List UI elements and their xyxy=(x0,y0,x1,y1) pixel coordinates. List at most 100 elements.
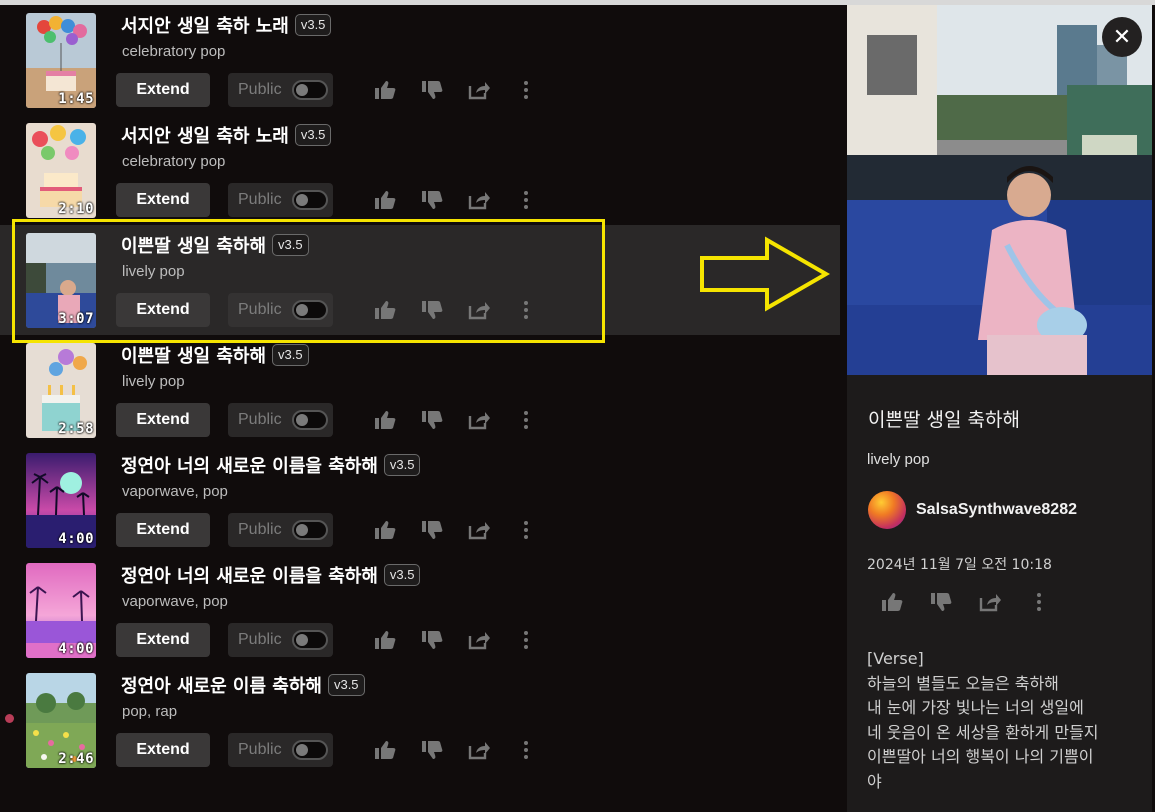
song-thumbnail[interactable]: 3:07 xyxy=(26,233,96,328)
song-title[interactable]: 이쁜딸 생일 축하해 xyxy=(121,342,266,368)
song-genre[interactable]: vaporwave, pop xyxy=(122,593,228,610)
lyric-line: 이쁜딸아 너의 행복이 나의 기쁨이 xyxy=(867,747,1094,767)
thumbs-up-icon[interactable] xyxy=(374,79,396,101)
song-genre[interactable]: vaporwave, pop xyxy=(122,483,228,500)
song-row[interactable]: 1:45 서지안 생일 축하 노래 v3.5 celebratory pop E… xyxy=(0,5,840,115)
public-toggle[interactable]: Public xyxy=(228,183,333,217)
song-duration: 4:00 xyxy=(58,531,94,547)
extend-button[interactable]: Extend xyxy=(116,403,210,437)
public-toggle[interactable]: Public xyxy=(228,733,333,767)
thumbs-down-icon[interactable] xyxy=(421,739,443,761)
song-title[interactable]: 서지안 생일 축하 노래 xyxy=(121,12,289,38)
more-vertical-icon[interactable] xyxy=(515,519,537,541)
extend-button[interactable]: Extend xyxy=(116,513,210,547)
thumbs-down-icon[interactable] xyxy=(421,299,443,321)
cover-image[interactable]: ✕ xyxy=(847,5,1152,375)
toggle-switch[interactable] xyxy=(291,300,328,320)
share-icon[interactable] xyxy=(468,299,490,321)
thumbs-up-icon[interactable] xyxy=(374,409,396,431)
lyrics: [Verse] 하늘의 별들도 오늘은 축하해 내 눈에 가장 빛나는 너의 생… xyxy=(867,647,1142,795)
share-icon[interactable] xyxy=(468,79,490,101)
song-row[interactable]: 2:58 이쁜딸 생일 축하해 v3.5 lively pop Extend P… xyxy=(0,335,840,445)
thumbs-up-icon[interactable] xyxy=(881,591,903,613)
share-icon[interactable] xyxy=(979,591,1001,613)
song-genre[interactable]: celebratory pop xyxy=(122,153,225,170)
extend-button[interactable]: Extend xyxy=(116,293,210,327)
share-icon[interactable] xyxy=(468,739,490,761)
thumbs-up-icon[interactable] xyxy=(374,299,396,321)
toggle-switch[interactable] xyxy=(291,520,328,540)
more-vertical-icon[interactable] xyxy=(515,739,537,761)
extend-button[interactable]: Extend xyxy=(116,183,210,217)
thumbs-down-icon[interactable] xyxy=(421,409,443,431)
song-thumbnail[interactable]: 2:58 xyxy=(26,343,96,438)
thumbs-up-icon[interactable] xyxy=(374,629,396,651)
share-icon[interactable] xyxy=(468,519,490,541)
thumbs-down-icon[interactable] xyxy=(421,519,443,541)
song-thumbnail[interactable]: 4:00 xyxy=(26,453,96,548)
song-title[interactable]: 서지안 생일 축하 노래 xyxy=(121,122,289,148)
song-title[interactable]: 정연아 너의 새로운 이름을 축하해 xyxy=(121,452,378,478)
song-duration: 4:00 xyxy=(58,641,94,657)
song-duration: 3:07 xyxy=(58,311,94,327)
song-genre[interactable]: celebratory pop xyxy=(122,43,225,60)
song-genre[interactable]: lively pop xyxy=(122,373,185,390)
thumbs-up-icon[interactable] xyxy=(374,189,396,211)
extend-button[interactable]: Extend xyxy=(116,733,210,767)
song-row[interactable]: 4:00 정연아 너의 새로운 이름을 축하해 v3.5 vaporwave, … xyxy=(0,555,840,665)
lyric-line: 내 눈에 가장 빛나는 너의 생일에 xyxy=(867,698,1084,718)
song-thumbnail[interactable]: 2:46 xyxy=(26,673,96,768)
song-detail-panel: ✕ 이쁜딸 생일 축하해 lively pop SalsaSynthwave82… xyxy=(847,5,1152,812)
toggle-switch[interactable] xyxy=(291,190,328,210)
public-toggle[interactable]: Public xyxy=(228,513,333,547)
extend-button[interactable]: Extend xyxy=(116,623,210,657)
toggle-switch[interactable] xyxy=(291,80,328,100)
song-row[interactable]: 2:10 서지안 생일 축하 노래 v3.5 celebratory pop E… xyxy=(0,115,840,225)
song-title[interactable]: 정연아 너의 새로운 이름을 축하해 xyxy=(121,562,378,588)
song-row[interactable]: 4:00 정연아 너의 새로운 이름을 축하해 v3.5 vaporwave, … xyxy=(0,445,840,555)
public-toggle[interactable]: Public xyxy=(228,73,333,107)
toggle-switch[interactable] xyxy=(291,410,328,430)
thumbs-up-icon[interactable] xyxy=(374,519,396,541)
public-toggle[interactable]: Public xyxy=(228,293,333,327)
thumbs-down-icon[interactable] xyxy=(930,591,952,613)
thumbs-down-icon[interactable] xyxy=(421,629,443,651)
more-vertical-icon[interactable] xyxy=(515,629,537,651)
song-thumbnail[interactable]: 1:45 xyxy=(26,13,96,108)
song-title[interactable]: 이쁜딸 생일 축하해 xyxy=(121,232,266,258)
song-thumbnail[interactable]: 2:10 xyxy=(26,123,96,218)
detail-genre[interactable]: lively pop xyxy=(867,451,930,468)
song-title[interactable]: 정연아 새로운 이름 축하해 xyxy=(121,672,322,698)
public-toggle[interactable]: Public xyxy=(228,403,333,437)
arrow-right-icon xyxy=(700,236,831,312)
thumbs-down-icon[interactable] xyxy=(421,189,443,211)
song-row[interactable]: 2:46 정연아 새로운 이름 축하해 v3.5 pop, rap Extend… xyxy=(0,665,840,775)
extend-button[interactable]: Extend xyxy=(116,73,210,107)
more-vertical-icon[interactable] xyxy=(515,189,537,211)
public-label: Public xyxy=(238,301,282,318)
lyric-line: 야 xyxy=(867,771,882,791)
lyric-line: 하늘의 별들도 오늘은 축하해 xyxy=(867,673,1059,693)
more-vertical-icon[interactable] xyxy=(515,299,537,321)
more-vertical-icon[interactable] xyxy=(515,409,537,431)
song-genre[interactable]: pop, rap xyxy=(122,703,177,720)
thumbs-down-icon[interactable] xyxy=(421,79,443,101)
public-label: Public xyxy=(238,81,282,98)
share-icon[interactable] xyxy=(468,189,490,211)
more-vertical-icon[interactable] xyxy=(1028,591,1050,613)
username-link[interactable]: SalsaSynthwave8282 xyxy=(916,501,1077,519)
song-thumbnail[interactable]: 4:00 xyxy=(26,563,96,658)
share-icon[interactable] xyxy=(468,409,490,431)
song-genre[interactable]: lively pop xyxy=(122,263,185,280)
created-date: 2024년 11월 7일 오전 10:18 xyxy=(867,557,1052,573)
public-toggle[interactable]: Public xyxy=(228,623,333,657)
version-badge: v3.5 xyxy=(272,344,309,366)
close-button[interactable]: ✕ xyxy=(1102,17,1142,57)
version-badge: v3.5 xyxy=(327,674,365,696)
toggle-switch[interactable] xyxy=(291,630,328,650)
avatar[interactable] xyxy=(868,491,906,529)
more-vertical-icon[interactable] xyxy=(515,79,537,101)
share-icon[interactable] xyxy=(468,629,490,651)
toggle-switch[interactable] xyxy=(291,740,328,760)
thumbs-up-icon[interactable] xyxy=(374,739,396,761)
